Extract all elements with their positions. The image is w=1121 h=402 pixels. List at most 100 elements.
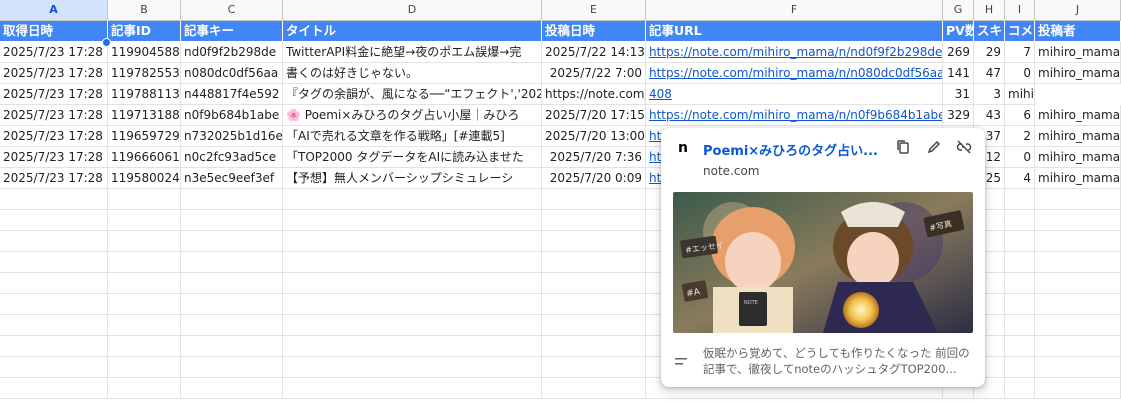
data-cell[interactable]: 2025/7/23 17:28 [0, 63, 108, 84]
remove-link-button[interactable] [954, 139, 974, 159]
data-cell[interactable]: 書くのは好きじゃない。 [283, 63, 542, 84]
column-header-c[interactable]: C [181, 0, 283, 21]
data-cell[interactable]: n0f9b684b1abe [181, 105, 283, 126]
data-cell[interactable]: https://note.com/mihiro_mama/n/n448817f4… [542, 84, 646, 105]
empty-cell[interactable] [181, 273, 283, 294]
data-cell[interactable]: 119580024 [108, 168, 181, 189]
empty-cell[interactable] [542, 252, 646, 273]
data-cell[interactable]: 119788113 [108, 84, 181, 105]
header-cell[interactable]: スキ [974, 21, 1005, 42]
empty-cell[interactable] [542, 336, 646, 357]
empty-cell[interactable] [542, 210, 646, 231]
data-cell[interactable]: 【予想】無人メンバーシップシミュレーシ [283, 168, 542, 189]
data-cell[interactable]: 119782553 [108, 63, 181, 84]
empty-cell[interactable] [542, 315, 646, 336]
empty-cell[interactable] [1035, 378, 1121, 399]
data-cell[interactable]: 141 [943, 63, 974, 84]
url-link-cell[interactable]: https://note.com/mihiro_mama/n/n0f9b684b… [646, 105, 943, 126]
data-cell[interactable]: n732025b1d16e [181, 126, 283, 147]
empty-cell[interactable] [108, 210, 181, 231]
data-cell[interactable]: 「TOP2000 タグデータをAIに読み込ませた [283, 147, 542, 168]
empty-cell[interactable] [1005, 273, 1035, 294]
empty-cell[interactable] [181, 231, 283, 252]
empty-cell[interactable] [1005, 357, 1035, 378]
column-header-i[interactable]: I [1005, 0, 1035, 21]
header-cell[interactable]: PV数 [943, 21, 974, 42]
empty-cell[interactable] [542, 294, 646, 315]
empty-cell[interactable] [0, 336, 108, 357]
data-cell[interactable]: 2025/7/22 14:13 [542, 42, 646, 63]
data-cell[interactable]: 43 [974, 105, 1005, 126]
data-cell[interactable]: 2025/7/20 0:09 [542, 168, 646, 189]
url-link-cell[interactable]: 408 [646, 84, 943, 105]
header-cell[interactable]: タイトル [283, 21, 542, 42]
data-cell[interactable]: 119659729 [108, 126, 181, 147]
data-cell[interactable]: 269 [943, 42, 974, 63]
empty-cell[interactable] [542, 231, 646, 252]
header-cell[interactable]: 投稿日時 [542, 21, 646, 42]
data-cell[interactable]: 6 [1005, 105, 1035, 126]
empty-cell[interactable] [283, 252, 542, 273]
data-cell[interactable]: 47 [974, 63, 1005, 84]
empty-cell[interactable] [283, 210, 542, 231]
empty-cell[interactable] [1005, 294, 1035, 315]
data-cell[interactable]: 2025/7/20 13:00 [542, 126, 646, 147]
data-cell[interactable]: 31 [943, 84, 974, 105]
empty-cell[interactable] [181, 378, 283, 399]
data-cell[interactable]: 4 [1005, 168, 1035, 189]
data-cell[interactable]: 『タグの余韻が、風になる──“エフェクト','2025/7/21 13:06 [283, 84, 542, 105]
empty-cell[interactable] [108, 294, 181, 315]
empty-cell[interactable] [283, 357, 542, 378]
empty-cell[interactable] [108, 315, 181, 336]
data-cell[interactable]: mihiro_mama [1035, 105, 1121, 126]
empty-cell[interactable] [108, 189, 181, 210]
data-cell[interactable]: 29 [974, 42, 1005, 63]
data-cell[interactable]: n080dc0df56aa [181, 63, 283, 84]
data-cell[interactable]: 2025/7/23 17:28 [0, 168, 108, 189]
data-cell[interactable]: 🌸 Poemi×みひろのタグ占い小屋｜みひろ [283, 105, 542, 126]
empty-cell[interactable] [1005, 315, 1035, 336]
empty-cell[interactable] [0, 357, 108, 378]
empty-cell[interactable] [181, 210, 283, 231]
data-cell[interactable]: 329 [943, 105, 974, 126]
empty-cell[interactable] [283, 273, 542, 294]
data-cell[interactable]: 「AIで売れる文章を作る戦略」[#連載5] [283, 126, 542, 147]
url-link-cell[interactable]: https://note.com/mihiro_mama/n/nd0f9f2b2… [646, 42, 943, 63]
empty-cell[interactable] [0, 231, 108, 252]
data-cell[interactable]: mihiro_mama [1035, 168, 1121, 189]
column-header-f[interactable]: F [646, 0, 943, 21]
column-header-b[interactable]: B [108, 0, 181, 21]
empty-cell[interactable] [283, 294, 542, 315]
empty-cell[interactable] [181, 189, 283, 210]
data-cell[interactable]: 2025/7/23 17:28 [0, 105, 108, 126]
empty-cell[interactable] [1035, 273, 1121, 294]
column-header-d[interactable]: D [283, 0, 542, 21]
data-cell[interactable]: mihiro_mama [1035, 147, 1121, 168]
url-link-cell[interactable]: https://note.com/mihiro_mama/n/n080dc0df… [646, 63, 943, 84]
empty-cell[interactable] [283, 378, 542, 399]
data-cell[interactable]: 2 [1005, 126, 1035, 147]
data-cell[interactable]: mihiro_mama [1035, 42, 1121, 63]
empty-cell[interactable] [0, 294, 108, 315]
header-cell[interactable]: コメント [1005, 21, 1035, 42]
empty-cell[interactable] [108, 252, 181, 273]
data-cell[interactable]: 0 [1005, 147, 1035, 168]
data-cell[interactable]: mihiro_mama [1035, 63, 1121, 84]
empty-cell[interactable] [283, 231, 542, 252]
header-cell[interactable]: 記事キー [181, 21, 283, 42]
data-cell[interactable]: 3 [974, 84, 1005, 105]
empty-cell[interactable] [1035, 231, 1121, 252]
data-cell[interactable]: 119713188 [108, 105, 181, 126]
empty-cell[interactable] [1035, 315, 1121, 336]
data-cell[interactable]: 119904588 [108, 42, 181, 63]
data-cell[interactable]: mihiro_mama [1035, 126, 1121, 147]
empty-cell[interactable] [181, 315, 283, 336]
empty-cell[interactable] [0, 273, 108, 294]
data-cell[interactable]: 0 [1005, 63, 1035, 84]
data-cell[interactable]: n448817f4e592 [181, 84, 283, 105]
empty-cell[interactable] [0, 378, 108, 399]
data-cell[interactable]: n0c2fc93ad5ce [181, 147, 283, 168]
empty-cell[interactable] [283, 336, 542, 357]
column-header-g[interactable]: G [943, 0, 974, 21]
header-cell[interactable]: 記事ID [108, 21, 181, 42]
